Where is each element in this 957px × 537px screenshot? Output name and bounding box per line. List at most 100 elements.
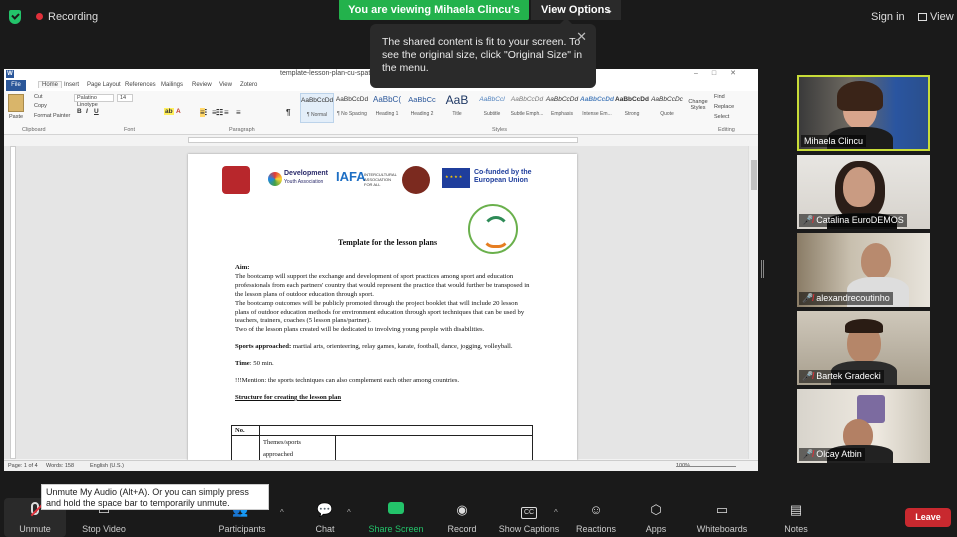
highlight-button[interactable]: ab — [164, 108, 174, 115]
find-button[interactable]: Find — [714, 94, 725, 100]
video-tile[interactable]: Mihaela Clincu — [797, 75, 930, 151]
apps-button[interactable]: ⬡ Apps — [638, 498, 674, 537]
recording-label[interactable]: Recording — [48, 11, 98, 23]
document-body: Aim: The bootcamp will support the excha… — [235, 264, 533, 403]
participant-name: Catalina EuroDEMOS — [816, 215, 904, 225]
tab-review[interactable]: Review — [192, 82, 212, 88]
style-sample: AaBbC( — [372, 95, 401, 104]
tab-insert[interactable]: Insert — [64, 82, 79, 88]
style-intense-emphasis[interactable]: AaBbCcDd Intense Em... — [580, 93, 614, 123]
style-emphasis[interactable]: AaBbCcDd Emphasis — [545, 93, 579, 123]
tab-references[interactable]: References — [125, 82, 156, 88]
encryption-shield-icon[interactable] — [9, 10, 21, 24]
ribbon: Paste Cut Copy Format Painter Clipboard … — [4, 91, 758, 135]
select-button[interactable]: Select — [714, 114, 729, 120]
paragraph-group-label: Paragraph — [229, 127, 255, 133]
style-subtle-emphasis[interactable]: AaBbCcDd Subtle Emph... — [510, 93, 544, 123]
horizontal-ruler[interactable] — [4, 135, 758, 145]
muted-mic-icon: 🎤̸ — [802, 449, 814, 459]
view-options-button[interactable]: View Options ⌄ — [531, 0, 621, 20]
logo-text: Development — [284, 170, 328, 177]
document-page[interactable]: Development Youth Association IAFA INTER… — [188, 154, 577, 471]
paste-label[interactable]: Paste — [9, 114, 23, 120]
align-center-icon[interactable]: ≡ — [212, 108, 217, 117]
tab-home[interactable]: Home — [38, 81, 63, 88]
numbering-icon[interactable]: ☷ — [216, 108, 223, 117]
style-normal[interactable]: AaBbCcDd ¶ Normal — [300, 93, 334, 123]
time-paragraph: Time: 50 min. — [235, 360, 533, 369]
apps-icon: ⬡ — [650, 502, 662, 517]
participant-name-tag: 🎤̸ Bartek Gradecki — [799, 370, 884, 383]
scrollbar-thumb[interactable] — [751, 160, 757, 190]
splitter-handle[interactable] — [761, 260, 764, 278]
table-row: No. — [232, 426, 532, 436]
video-tile[interactable]: 🎤̸ alexandrecoutinho — [797, 233, 930, 307]
chat-caret-icon[interactable]: ^ — [347, 508, 351, 517]
close-icon[interactable]: ✕ — [576, 30, 587, 43]
change-styles-button[interactable]: Change Styles — [687, 99, 709, 111]
bold-button[interactable]: B — [77, 108, 82, 115]
paste-icon[interactable] — [8, 94, 24, 112]
view-options-label: View Options — [541, 4, 611, 16]
participants-caret-icon[interactable]: ^ — [280, 508, 284, 517]
chat-button[interactable]: 💬 Chat — [306, 498, 344, 537]
notes-button[interactable]: ▤ Notes — [778, 498, 814, 537]
view-button[interactable]: View — [918, 11, 954, 23]
swirl-icon — [268, 172, 282, 186]
copy-button[interactable]: Copy — [34, 103, 47, 109]
record-button[interactable]: ◉ Record — [442, 498, 482, 537]
replace-button[interactable]: Replace — [714, 104, 734, 110]
style-title[interactable]: AaB Title — [440, 93, 474, 123]
style-quote[interactable]: AaBbCcDc Quote — [650, 93, 684, 123]
crest-logo — [222, 166, 250, 194]
format-painter-button[interactable]: Format Painter — [34, 113, 70, 119]
video-tile[interactable]: 🎤̸ Olcay Atbin — [797, 389, 930, 463]
aim-paragraph: The bootcamp will support the exchange a… — [235, 272, 530, 298]
style-strong[interactable]: AaBbCcDd Strong — [615, 93, 649, 123]
unmute-label: Unmute — [19, 524, 51, 534]
font-size-select[interactable]: 14 — [117, 94, 133, 102]
page-count[interactable]: Page: 1 of 4 — [8, 463, 38, 469]
video-tile[interactable]: 🎤̸ Catalina EuroDEMOS — [797, 155, 930, 229]
style-no-spacing[interactable]: AaBbCcDd ¶ No Spacing — [335, 93, 369, 123]
style-heading-2[interactable]: AaBbCc Heading 2 — [405, 93, 439, 123]
reactions-button[interactable]: ☺ Reactions — [572, 498, 620, 537]
window-controls[interactable]: –□✕ — [694, 69, 750, 77]
pilcrow-icon[interactable]: ¶ — [286, 108, 290, 117]
zoom-slider[interactable] — [676, 466, 736, 467]
whiteboards-button[interactable]: ▭ Whiteboards — [692, 498, 752, 537]
share-screen-label: Share Screen — [368, 524, 424, 534]
participant-name: Olcay Atbin — [816, 449, 862, 459]
tab-page-layout[interactable]: Page Layout — [87, 82, 121, 88]
unmute-tooltip: Unmute My Audio (Alt+A). Or you can simp… — [41, 484, 269, 510]
vertical-scrollbar[interactable] — [748, 146, 758, 459]
mention-paragraph: !!!Mention: the sports techniques can al… — [235, 377, 460, 385]
language-status[interactable]: English (U.S.) — [90, 463, 124, 469]
word-count[interactable]: Words: 158 — [46, 463, 74, 469]
style-subtitle[interactable]: AaBbCcl Subtitle — [475, 93, 509, 123]
font-color-button[interactable]: A — [176, 108, 181, 115]
sign-in-button[interactable]: Sign in — [871, 11, 905, 23]
tab-mailings[interactable]: Mailings — [161, 82, 183, 88]
underline-button[interactable]: U — [94, 108, 99, 115]
participant-name: Bartek Gradecki — [816, 371, 881, 381]
video-tile[interactable]: 🎤̸ Bartek Gradecki — [797, 311, 930, 385]
justify-icon[interactable]: ≡ — [236, 108, 241, 117]
show-captions-button[interactable]: CC Show Captions — [496, 498, 562, 537]
align-left-icon[interactable]: ≡ — [200, 108, 205, 117]
tab-view[interactable]: View — [219, 82, 232, 88]
italic-button[interactable]: I — [86, 108, 88, 115]
align-right-icon[interactable]: ≡ — [224, 108, 229, 117]
cut-button[interactable]: Cut — [34, 94, 43, 100]
partner-logos: Development Youth Association IAFA INTER… — [218, 166, 548, 196]
font-family-select[interactable]: Palatino Linotype — [74, 94, 114, 108]
style-heading-1[interactable]: AaBbC(Heading 1 — [370, 93, 404, 123]
captions-caret-icon[interactable]: ^ — [554, 508, 558, 517]
share-screen-button[interactable]: Share Screen — [366, 498, 426, 537]
style-name: ¶ Normal — [306, 112, 328, 118]
notes-label: Notes — [784, 524, 808, 534]
document-area[interactable]: Development Youth Association IAFA INTER… — [4, 146, 758, 471]
tab-file[interactable]: File — [6, 80, 26, 91]
tab-zotero[interactable]: Zotero — [240, 82, 257, 88]
leave-button[interactable]: Leave — [905, 508, 951, 527]
